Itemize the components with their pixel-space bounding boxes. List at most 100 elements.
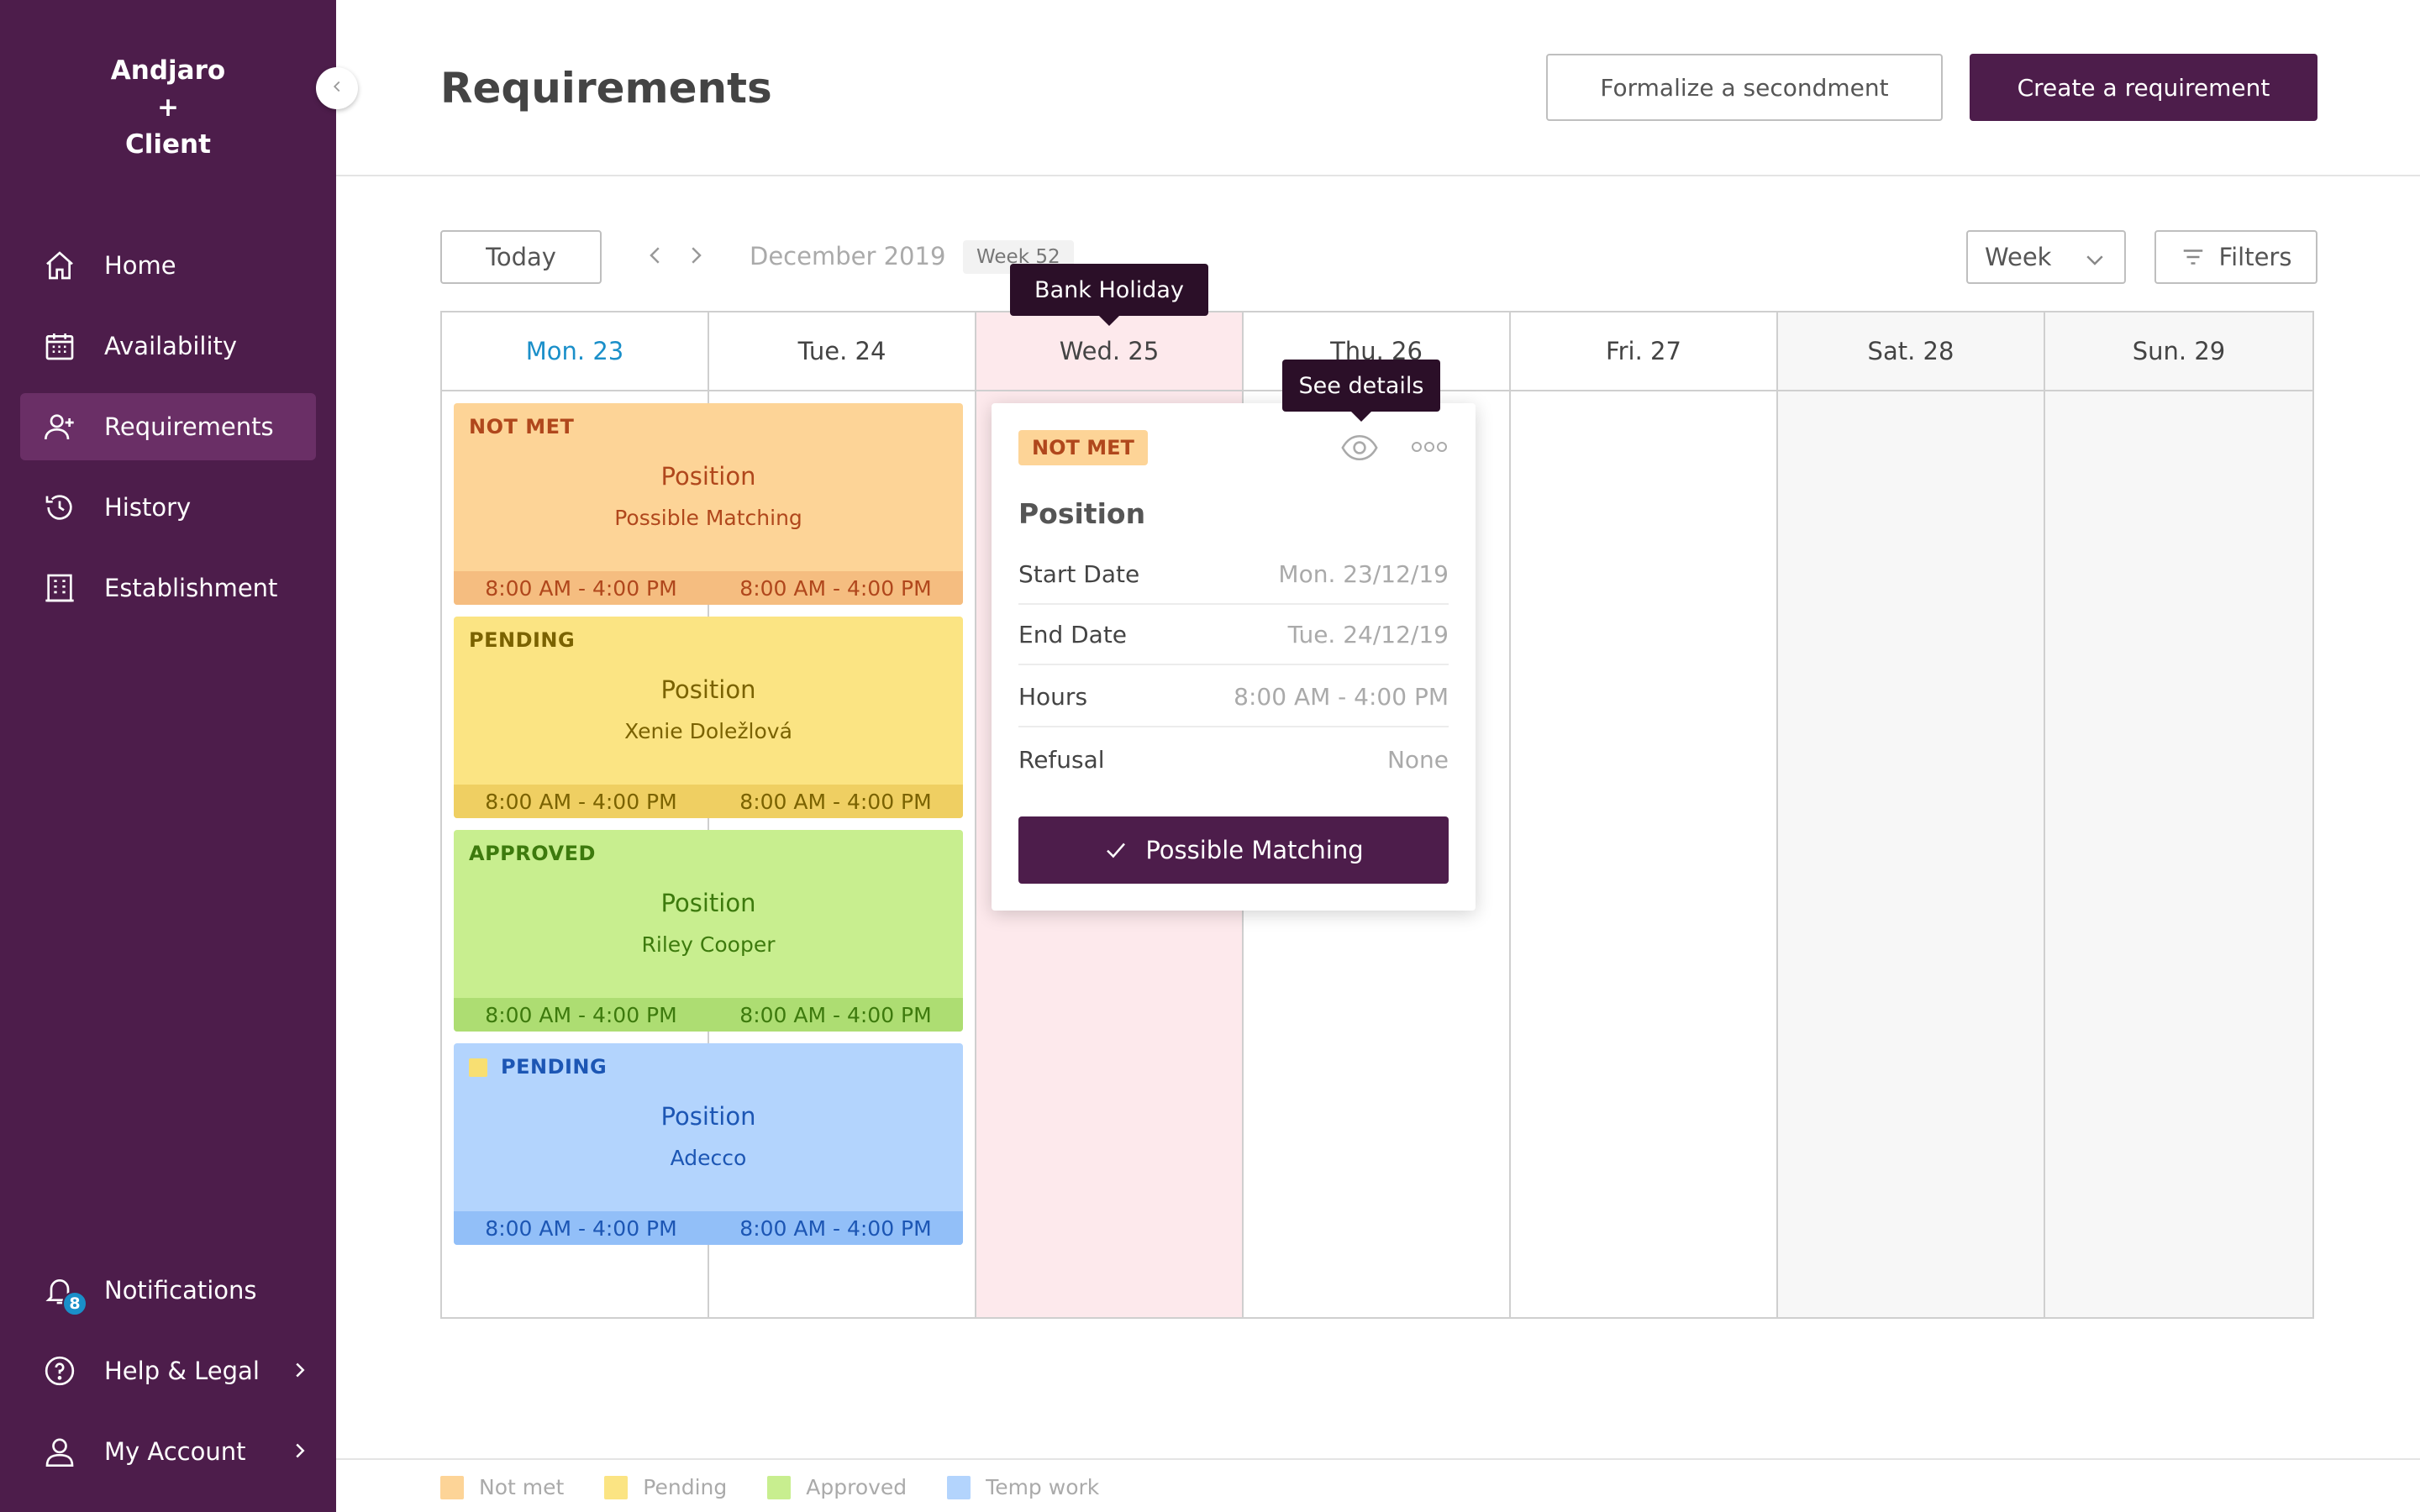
- legend-swatch: [947, 1475, 971, 1499]
- status-badge: NOT MET: [1018, 430, 1148, 465]
- detail-value: Mon. 23/12/19: [1278, 559, 1449, 588]
- day-header: Sat. 28: [1778, 312, 2044, 391]
- previous-week-button[interactable]: [640, 242, 671, 272]
- sidebar-collapse-button[interactable]: [316, 67, 358, 109]
- user-plus-icon: [40, 407, 79, 446]
- page-title: Requirements: [440, 64, 772, 113]
- view-select[interactable]: Week: [1966, 230, 2126, 284]
- legend-item-not-met: Not met: [440, 1475, 564, 1499]
- detail-row-start-date: Start Date Mon. 23/12/19: [1018, 544, 1449, 605]
- card-footer: 8:00 AM - 4:00 PM 8:00 AM - 4:00 PM: [454, 1211, 963, 1245]
- header-divider: [336, 175, 2420, 176]
- card-subtitle: Riley Cooper: [641, 932, 776, 957]
- detail-row-hours: Hours 8:00 AM - 4:00 PM: [1018, 667, 1449, 727]
- sidebar-item-label: Requirements: [104, 412, 274, 441]
- user-icon: [40, 1432, 79, 1471]
- chevron-left-icon: [328, 77, 346, 99]
- sidebar-item-label: Availability: [104, 332, 238, 360]
- legend-label: Pending: [643, 1475, 728, 1499]
- more-options-icon[interactable]: [1410, 438, 1449, 459]
- detail-value: 8:00 AM - 4:00 PM: [1234, 682, 1449, 711]
- history-icon: [40, 488, 79, 527]
- create-requirement-button[interactable]: Create a requirement: [1970, 54, 2317, 121]
- building-icon: [40, 569, 79, 607]
- sidebar-item-my-account[interactable]: My Account: [20, 1418, 316, 1485]
- chevron-right-icon: [287, 1438, 313, 1467]
- eye-icon[interactable]: [1341, 433, 1378, 465]
- card-footer: 8:00 AM - 4:00 PM 8:00 AM - 4:00 PM: [454, 998, 963, 1032]
- filter-icon: [2181, 244, 2206, 270]
- card-status: PENDING: [469, 628, 576, 652]
- sidebar-item-home[interactable]: Home: [20, 232, 316, 299]
- filters-button[interactable]: Filters: [2154, 230, 2317, 284]
- legend-divider: [336, 1458, 2420, 1460]
- card-title: Position: [660, 889, 756, 917]
- help-icon: [40, 1352, 79, 1390]
- card-start-time: 8:00 AM - 4:00 PM: [485, 789, 677, 814]
- day-header: Fri. 27: [1511, 312, 1776, 391]
- popover-title: Position: [1018, 497, 1146, 530]
- bell-icon: 8: [40, 1271, 87, 1316]
- view-select-value: Week: [1985, 243, 2052, 271]
- card-status: PENDING: [501, 1055, 608, 1079]
- sidebar-item-history[interactable]: History: [20, 474, 316, 541]
- card-end-time: 8:00 AM - 4:00 PM: [739, 789, 932, 814]
- calendar-icon: [40, 327, 79, 365]
- sidebar-item-requirements[interactable]: Requirements: [20, 393, 316, 460]
- legend-swatch: [767, 1475, 792, 1499]
- today-button[interactable]: Today: [440, 230, 602, 284]
- sidebar-item-availability[interactable]: Availability: [20, 312, 316, 380]
- brand-line-2: +: [157, 92, 179, 123]
- sidebar-item-label: Help & Legal: [104, 1357, 260, 1385]
- detail-row-refusal: Refusal None: [1018, 729, 1449, 790]
- day-column-fri[interactable]: Fri. 27: [1511, 312, 1778, 1317]
- formalize-secondment-button[interactable]: Formalize a secondment: [1546, 54, 1943, 121]
- chevron-left-icon: [643, 243, 668, 271]
- requirement-card-pending[interactable]: PENDING Position Xenie Doležlová 8:00 AM…: [454, 617, 963, 818]
- sidebar-item-notifications[interactable]: 8 Notifications: [20, 1257, 316, 1324]
- sidebar-item-label: Establishment: [104, 574, 278, 602]
- requirement-card-approved[interactable]: APPROVED Position Riley Cooper 8:00 AM -…: [454, 830, 963, 1032]
- sidebar-item-help-legal[interactable]: Help & Legal: [20, 1337, 316, 1404]
- card-title: Position: [660, 462, 756, 491]
- day-header: Sun. 29: [2045, 312, 2312, 391]
- legend-item-pending: Pending: [604, 1475, 727, 1499]
- detail-value: Tue. 24/12/19: [1287, 620, 1449, 648]
- filters-label: Filters: [2218, 243, 2292, 271]
- chevron-down-icon: [2082, 247, 2107, 278]
- home-icon: [40, 246, 79, 285]
- detail-label: Start Date: [1018, 559, 1140, 588]
- sidebar-item-label: Home: [104, 251, 176, 280]
- day-column-sun[interactable]: Sun. 29: [2045, 312, 2312, 1317]
- day-header-today: Mon. 23: [442, 312, 708, 391]
- sidebar-item-establishment[interactable]: Establishment: [20, 554, 316, 622]
- see-details-tooltip: See details: [1282, 360, 1440, 422]
- day-header: Tue. 24: [709, 312, 975, 391]
- card-footer: 8:00 AM - 4:00 PM 8:00 AM - 4:00 PM: [454, 571, 963, 605]
- status-legend: Not met Pending Approved Temp work: [440, 1475, 1139, 1499]
- legend-swatch: [604, 1475, 629, 1499]
- chevron-right-icon: [287, 1357, 313, 1386]
- detail-label: Refusal: [1018, 745, 1105, 774]
- day-column-sat[interactable]: Sat. 28: [1778, 312, 2045, 1317]
- legend-item-approved: Approved: [767, 1475, 907, 1499]
- requirement-details-popover: NOT MET Position Start Date Mon. 23/12/1…: [992, 403, 1476, 911]
- sidebar-item-label: My Account: [104, 1437, 246, 1466]
- card-title: Position: [660, 1102, 756, 1131]
- brand-line-3: Client: [125, 129, 211, 160]
- bank-holiday-tooltip: Bank Holiday: [1010, 264, 1208, 326]
- requirement-card-temp-work[interactable]: PENDING Position Adecco 8:00 AM - 4:00 P…: [454, 1043, 963, 1245]
- legend-item-temp-work: Temp work: [947, 1475, 1099, 1499]
- card-start-time: 8:00 AM - 4:00 PM: [485, 575, 677, 601]
- check-icon: [1107, 843, 1126, 858]
- legend-label: Not met: [479, 1475, 565, 1499]
- detail-row-end-date: End Date Tue. 24/12/19: [1018, 605, 1449, 665]
- card-title: Position: [660, 675, 756, 704]
- possible-matching-button[interactable]: Possible Matching: [1018, 816, 1449, 884]
- card-footer: 8:00 AM - 4:00 PM 8:00 AM - 4:00 PM: [454, 785, 963, 818]
- next-week-button[interactable]: [681, 242, 711, 272]
- detail-value: None: [1386, 745, 1449, 774]
- requirement-card-not-met[interactable]: NOT MET Position Possible Matching 8:00 …: [454, 403, 963, 605]
- brand-line-1: Andjaro: [110, 55, 226, 86]
- legend-label: Temp work: [986, 1475, 1100, 1499]
